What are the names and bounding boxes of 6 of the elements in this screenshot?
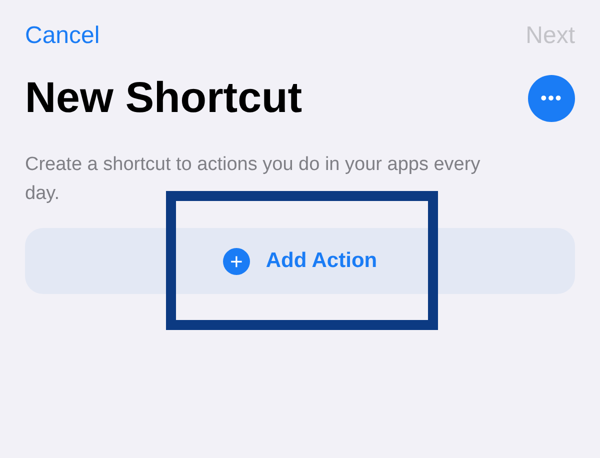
add-icon: +	[222, 248, 250, 274]
cancel-button[interactable]: Cancel	[25, 20, 100, 52]
add-action-button[interactable]: + Add Action	[25, 228, 575, 294]
page-title: New Shortcut	[25, 73, 302, 124]
description-text: Create a shortcut to actions you do in your apps every day.	[25, 153, 482, 206]
more-button[interactable]: •••	[528, 74, 575, 122]
